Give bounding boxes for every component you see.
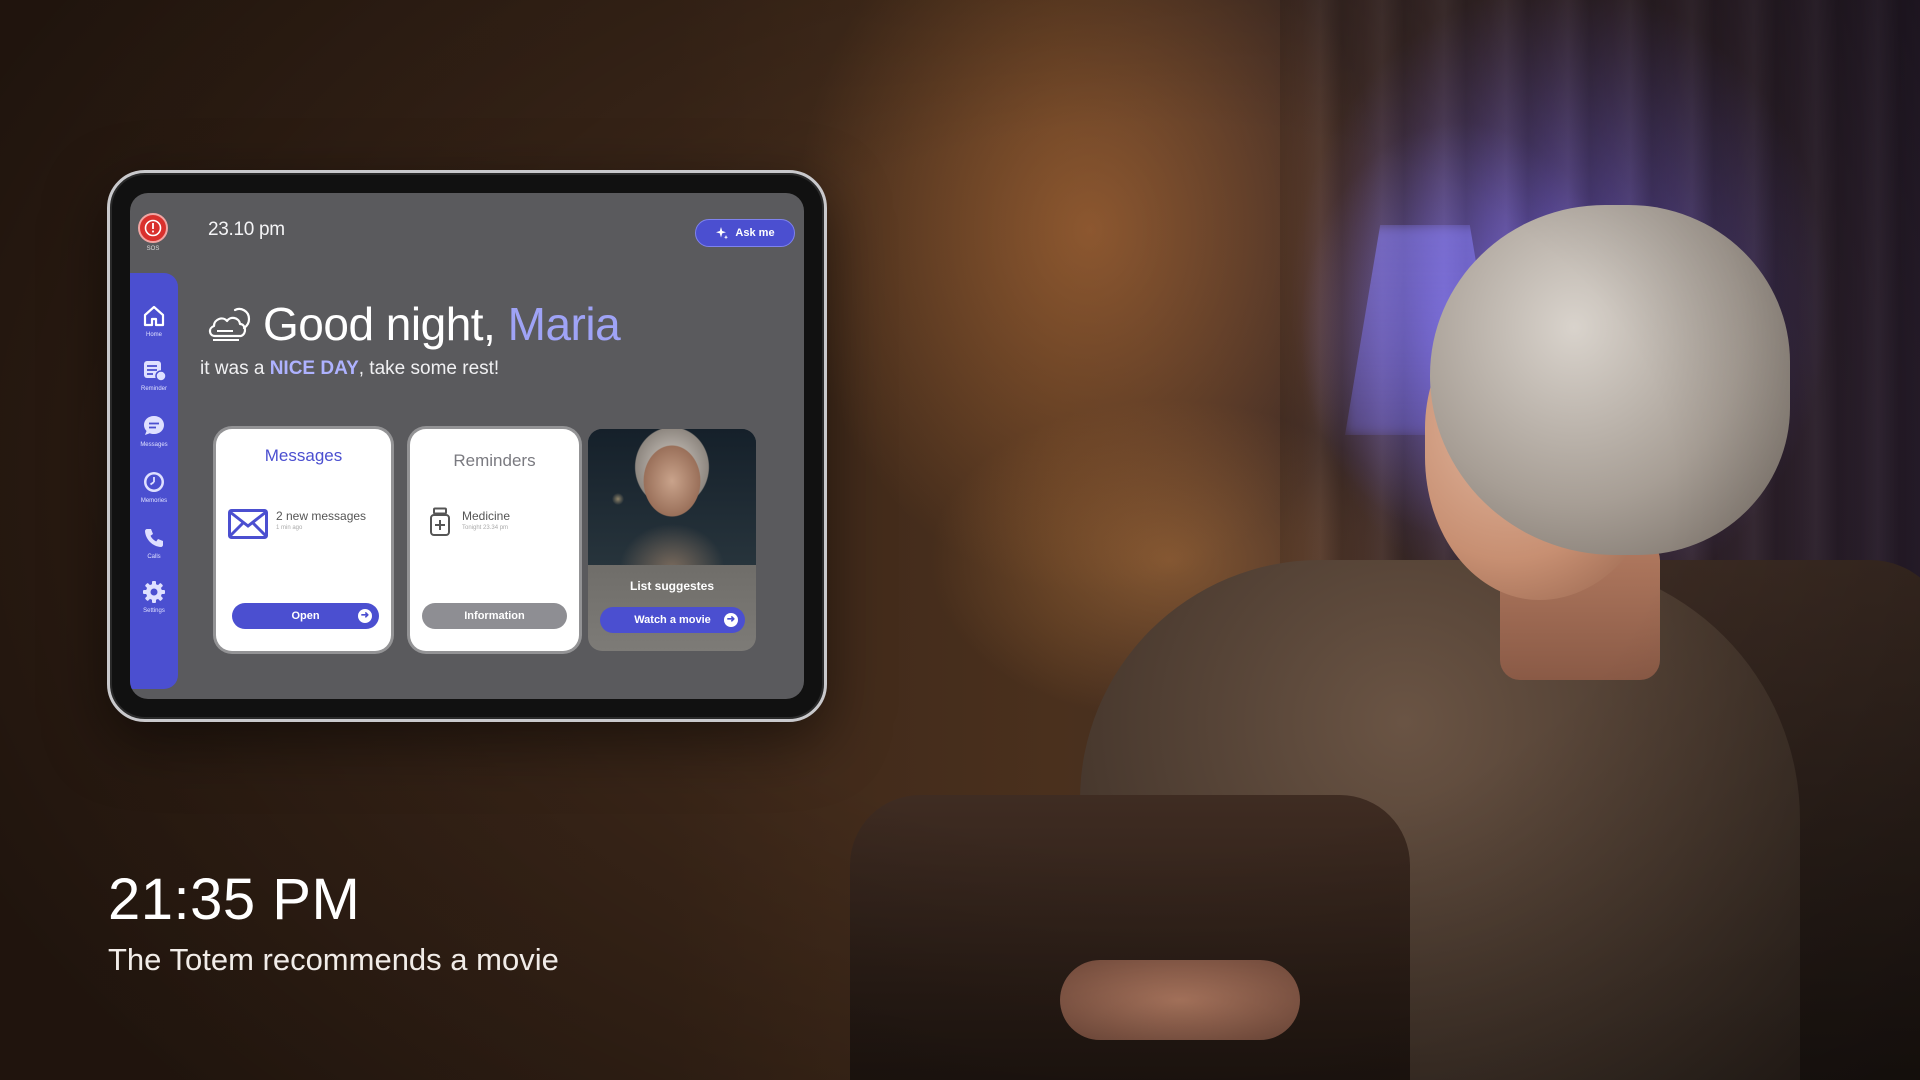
watch-movie-button[interactable]: Watch a movie ➜ bbox=[600, 607, 745, 633]
sidebar-item-label: Reminder bbox=[140, 386, 167, 392]
sidebar: Home Reminder Messages Memories Calls Se… bbox=[130, 273, 178, 689]
caption-time: 21:35 PM bbox=[108, 867, 361, 932]
alert-icon bbox=[138, 213, 168, 243]
medicine-icon bbox=[430, 507, 450, 536]
reminder-time: Tonight 23.34 pm bbox=[462, 525, 509, 531]
greeting-sub-before: it was a bbox=[200, 358, 270, 379]
messages-card-title: Messages bbox=[264, 446, 343, 465]
movie-suggestion-card[interactable]: List suggestes Watch a movie ➜ bbox=[588, 429, 756, 651]
envelope-icon bbox=[228, 509, 268, 539]
greeting-sub-after: , take some rest! bbox=[358, 358, 500, 379]
sidebar-item-calls[interactable]: Calls bbox=[130, 525, 178, 560]
open-button[interactable]: Open ➜ bbox=[232, 603, 379, 629]
tablet-clock: 23.10 pm bbox=[208, 219, 285, 240]
sidebar-item-label: Calls bbox=[147, 554, 161, 560]
sidebar-item-home[interactable]: Home bbox=[130, 303, 178, 338]
ask-me-button[interactable]: Ask me bbox=[695, 219, 795, 247]
greeting: Good night, Maria bbox=[205, 297, 621, 351]
messages-count: 2 new messages bbox=[276, 509, 367, 523]
reminder-icon bbox=[144, 361, 167, 382]
information-button-label: Information bbox=[464, 610, 525, 622]
phone-icon bbox=[145, 529, 163, 547]
chat-icon bbox=[144, 416, 164, 435]
reminders-card-title: Reminders bbox=[453, 451, 536, 470]
information-button[interactable]: Information bbox=[422, 603, 567, 629]
clock-icon bbox=[144, 472, 164, 492]
reminder-name: Medicine bbox=[462, 509, 511, 523]
sidebar-item-messages[interactable]: Messages bbox=[130, 413, 178, 448]
gear-icon bbox=[143, 581, 165, 603]
movie-card-label: List suggestes bbox=[629, 579, 715, 593]
sos-button[interactable]: SOS bbox=[137, 213, 169, 259]
movie-thumbnail bbox=[588, 429, 756, 565]
home-icon bbox=[143, 305, 165, 327]
sidebar-item-label: Home bbox=[145, 332, 162, 338]
messages-time: 1 min ago bbox=[276, 525, 303, 531]
sidebar-item-reminder[interactable]: Reminder bbox=[130, 357, 178, 392]
greeting-title: Good night, Maria bbox=[263, 297, 621, 351]
reminders-card[interactable]: Reminders Medicine Tonight 23.34 pm Info… bbox=[410, 429, 579, 651]
greeting-prefix: Good night, bbox=[263, 298, 508, 350]
sidebar-item-label: Messages bbox=[140, 442, 168, 448]
arrow-right-icon: ➜ bbox=[358, 609, 372, 623]
open-button-label: Open bbox=[291, 610, 320, 622]
arrow-right-icon: ➜ bbox=[724, 613, 738, 627]
reminders-card-item: Medicine Tonight 23.34 pm bbox=[462, 509, 510, 531]
sos-label: SOS bbox=[146, 246, 160, 252]
tablet-device: SOS Home Reminder Messages Memories Call… bbox=[107, 170, 827, 722]
messages-card[interactable]: Messages 2 new messages 1 min ago Open ➜ bbox=[216, 429, 391, 651]
tablet-screen: SOS Home Reminder Messages Memories Call… bbox=[130, 193, 804, 699]
greeting-subtitle: it was a NICE DAY, take some rest! bbox=[200, 358, 499, 380]
sidebar-item-memories[interactable]: Memories bbox=[130, 469, 178, 504]
caption-subtitle: The Totem recommends a movie bbox=[108, 942, 559, 977]
sidebar-item-settings[interactable]: Settings bbox=[130, 579, 178, 614]
cloud-moon-icon bbox=[208, 307, 251, 341]
sparkle-icon bbox=[716, 227, 729, 240]
sidebar-item-label: Memories bbox=[140, 498, 168, 504]
greeting-name: Maria bbox=[507, 298, 621, 350]
ask-me-label: Ask me bbox=[735, 227, 775, 239]
sidebar-item-label: Settings bbox=[143, 608, 165, 614]
greeting-sub-highlight: NICE DAY bbox=[269, 358, 359, 379]
messages-card-item: 2 new messages 1 min ago bbox=[276, 509, 366, 531]
watch-movie-label: Watch a movie bbox=[634, 614, 711, 626]
